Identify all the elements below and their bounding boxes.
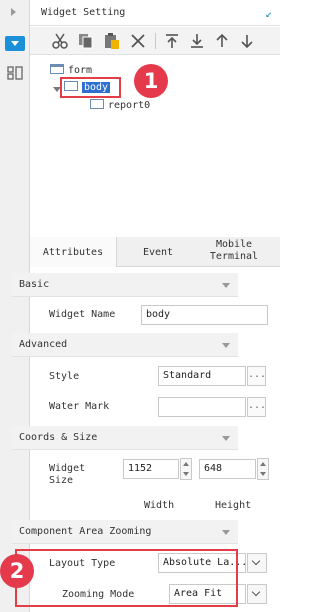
water-mark-label: Water Mark [49,401,110,412]
dropdown-toggle-button[interactable] [5,36,25,51]
title-bar: Widget Setting ↙ [30,0,280,26]
water-mark-more-button[interactable]: ... [247,397,266,417]
section-label: Advanced [19,339,68,350]
tab-event[interactable]: Event [127,237,189,267]
height-stepper[interactable] [257,458,269,480]
style-more-button[interactable]: ... [247,366,266,386]
report-icon [90,99,104,109]
height-caption: Height [215,500,252,511]
callout-highlight-1 [60,77,121,98]
widget-size-label: Widget Size [49,463,86,486]
move-to-bottom-icon[interactable] [187,31,207,51]
tree-node-report0[interactable]: report0 [90,99,150,113]
move-up-icon[interactable] [212,31,232,51]
width-stepper[interactable] [180,458,192,480]
toolbar [30,27,280,55]
chevron-down-icon [222,530,230,535]
copy-icon[interactable] [76,31,96,51]
tab-mobile-terminal[interactable]: Mobile Terminal [198,237,270,267]
section-coords-size[interactable]: Coords & Size [12,426,238,450]
section-basic[interactable]: Basic [12,273,238,297]
move-down-icon[interactable] [237,31,257,51]
delete-icon[interactable] [128,31,148,51]
toolbar-separator [155,33,156,49]
expand-arrow-icon[interactable] [11,8,16,16]
tree-node-form[interactable]: form [50,64,92,78]
form-icon [50,64,64,74]
callout-badge-2: 2 [0,554,34,588]
paste-icon[interactable] [102,31,122,51]
layout-grid-icon[interactable] [7,66,23,80]
callout-badge-1: 1 [134,64,168,98]
tree-node-label: form [68,65,93,76]
chevron-down-icon[interactable] [247,584,267,604]
water-mark-input[interactable] [158,397,246,417]
tab-attributes[interactable]: Attributes [30,237,117,267]
height-input[interactable]: 648 [199,459,256,479]
section-label: Basic [19,279,50,290]
chevron-down-icon [222,436,230,441]
width-caption: Width [144,500,175,511]
tab-bar: Attributes Event Mobile Terminal [30,237,280,267]
move-to-top-icon[interactable] [162,31,182,51]
chevron-down-icon [222,283,230,288]
chevron-down-icon[interactable] [247,553,267,573]
callout-highlight-2 [15,549,238,607]
width-input[interactable]: 1152 [123,459,179,479]
collapse-corner-icon[interactable]: ↙ [265,7,272,20]
tree-node-label: report0 [108,100,151,111]
section-component-area-zooming[interactable]: Component Area Zooming [12,520,238,544]
widget-name-label: Widget Name [49,309,116,320]
chevron-down-icon [222,343,230,348]
section-label: Coords & Size [19,432,98,443]
style-label: Style [49,371,80,382]
style-input[interactable]: Standard [158,366,246,386]
panel-title: Widget Setting [41,7,126,18]
cut-icon[interactable] [50,31,70,51]
section-label: Component Area Zooming [19,526,152,537]
section-advanced[interactable]: Advanced [12,333,238,357]
widget-name-input[interactable]: body [141,305,268,325]
